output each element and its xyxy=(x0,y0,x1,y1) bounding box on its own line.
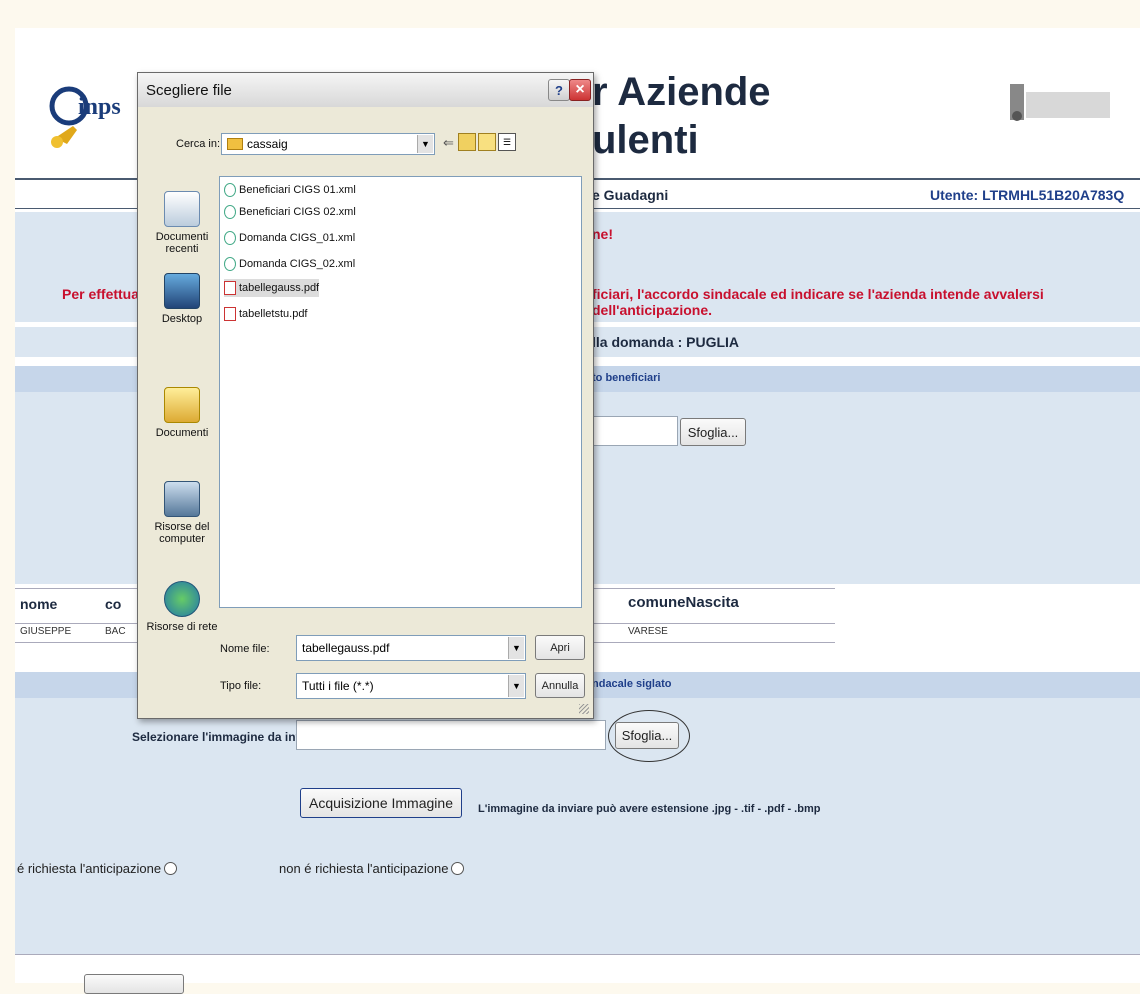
alert-line1: ne! xyxy=(592,226,613,242)
extension-note: L'immagine da inviare può avere estensio… xyxy=(478,803,821,815)
option-yes-label: é richiesta l'anticipazione xyxy=(17,861,162,876)
beneficiari-browse-button[interactable]: Sfoglia... xyxy=(680,418,746,446)
place-recent-label: Documenti recenti xyxy=(155,231,209,255)
filetype-value: Tutti i file (*.*) xyxy=(302,679,374,693)
table-cell-nome: GIUSEPPE xyxy=(20,626,72,637)
pdf-file-icon xyxy=(224,307,236,321)
page-title-line2: ulenti xyxy=(592,118,699,162)
dialog-help-button[interactable]: ? xyxy=(548,79,570,101)
beneficiari-header-label: to beneficiari xyxy=(592,372,661,384)
back-icon[interactable]: ⇐ xyxy=(443,135,454,151)
place-network-label: Risorse di rete xyxy=(146,621,218,633)
beneficiari-file-input[interactable] xyxy=(592,416,678,446)
filename-label: Nome file: xyxy=(220,643,270,655)
svg-text:inps: inps xyxy=(78,94,121,120)
image-file-input[interactable] xyxy=(296,720,606,750)
look-in-label: Cerca in: xyxy=(176,138,221,150)
look-in-combo[interactable]: cassaig ▼ xyxy=(221,133,435,155)
pdf-file-icon xyxy=(224,281,236,295)
user-label: Utente: LTRMHL51B20A783Q xyxy=(930,187,1125,203)
list-item[interactable]: Domanda CIGS_02.xml xyxy=(224,255,355,273)
option-no-label: non é richiesta l'anticipazione xyxy=(279,861,449,876)
places-bar: Documenti recenti Desktop Documenti Riso… xyxy=(142,173,218,633)
inps-logo xyxy=(1010,82,1110,124)
list-item[interactable]: Domanda CIGS_01.xml xyxy=(224,229,355,247)
file-name: Beneficiari CIGS 01.xml xyxy=(239,184,356,196)
place-computer[interactable]: Risorse del computer xyxy=(146,481,218,545)
e-inps-logo: inps xyxy=(45,78,125,158)
filetype-combo[interactable]: Tutti i file (*.*) ▼ xyxy=(296,673,526,699)
select-image-label: Selezionare l'immagine da inviare xyxy=(132,730,324,744)
accordo-header-label: ndacale siglato xyxy=(592,678,672,690)
network-globe-icon xyxy=(164,581,200,617)
dialog-title: Scegliere file xyxy=(146,82,232,99)
place-recent[interactable]: Documenti recenti xyxy=(146,191,218,255)
table-cell-comune: VARESE xyxy=(628,626,668,637)
footer-button[interactable] xyxy=(84,974,184,994)
option-no: non é richiesta l'anticipazione xyxy=(279,861,465,876)
file-name: tabellegauss.pdf xyxy=(239,282,320,294)
up-folder-icon[interactable] xyxy=(458,133,476,151)
table-header-co: co xyxy=(105,596,122,612)
place-desktop[interactable]: Desktop xyxy=(146,273,218,325)
alert-line2-right: ficiari, l'accordo sindacale ed indicare… xyxy=(592,286,1044,318)
cancel-button[interactable]: Annulla xyxy=(535,673,585,698)
xml-file-icon xyxy=(224,183,236,197)
recent-documents-icon xyxy=(164,191,200,227)
xml-file-icon xyxy=(224,231,236,245)
option-yes-radio[interactable] xyxy=(164,862,178,875)
acquisizione-immagine-button[interactable]: Acquisizione Immagine xyxy=(300,788,462,818)
place-desktop-label: Desktop xyxy=(161,313,203,325)
chevron-down-icon[interactable]: ▼ xyxy=(508,637,524,659)
option-no-radio[interactable] xyxy=(451,862,465,875)
page-title-line1: r Aziende xyxy=(592,70,771,114)
xml-file-icon xyxy=(224,205,236,219)
place-documents[interactable]: Documenti xyxy=(146,387,218,439)
computer-icon xyxy=(164,481,200,517)
file-name: Domanda CIGS_01.xml xyxy=(239,232,356,244)
file-list[interactable]: Beneficiari CIGS 01.xml Beneficiari CIGS… xyxy=(219,176,582,608)
dialog-close-button[interactable]: × xyxy=(569,79,591,101)
table-header-comune: comuneNascita xyxy=(628,594,739,611)
filename-value: tabellegauss.pdf xyxy=(302,641,390,655)
option-yes: é richiesta l'anticipazione xyxy=(17,861,178,876)
image-browse-button[interactable]: Sfoglia... xyxy=(615,722,679,749)
place-computer-label: Risorse del computer xyxy=(154,521,210,545)
file-dialog: Scegliere file ? × Cerca in: cassaig ▼ ⇐… xyxy=(137,72,594,719)
section-title: e Guadagni xyxy=(592,187,669,203)
list-item[interactable]: tabelletstu.pdf xyxy=(224,305,308,323)
new-folder-icon[interactable] xyxy=(478,133,496,151)
table-cell-co: BAC xyxy=(105,626,126,637)
filetype-label: Tipo file: xyxy=(220,680,262,692)
open-button[interactable]: Apri xyxy=(535,635,585,660)
chevron-down-icon[interactable]: ▼ xyxy=(417,135,433,153)
view-menu-icon[interactable]: ☰ xyxy=(498,133,516,151)
documents-folder-icon xyxy=(164,387,200,423)
place-documents-label: Documenti xyxy=(155,427,209,439)
alert-line2-left: Per effettuar xyxy=(62,286,145,302)
desktop-icon xyxy=(164,273,200,309)
resize-grip-icon[interactable] xyxy=(579,704,589,714)
look-in-value: cassaig xyxy=(247,137,288,151)
list-item-selected[interactable]: tabellegauss.pdf xyxy=(224,279,320,297)
file-name: Beneficiari CIGS 02.xml xyxy=(239,206,356,218)
filename-combo[interactable]: tabellegauss.pdf ▼ xyxy=(296,635,526,661)
table-header-nome: nome xyxy=(20,596,58,612)
xml-file-icon xyxy=(224,257,236,271)
place-network[interactable]: Risorse di rete xyxy=(146,581,218,633)
file-name: Domanda CIGS_02.xml xyxy=(239,258,356,270)
chevron-down-icon[interactable]: ▼ xyxy=(508,675,524,697)
list-item[interactable]: Beneficiari CIGS 02.xml xyxy=(224,203,356,221)
region-label: lla domanda : PUGLIA xyxy=(592,334,740,350)
list-item[interactable]: Beneficiari CIGS 01.xml xyxy=(224,181,356,199)
file-name: tabelletstu.pdf xyxy=(239,308,308,320)
folder-icon xyxy=(227,138,243,150)
